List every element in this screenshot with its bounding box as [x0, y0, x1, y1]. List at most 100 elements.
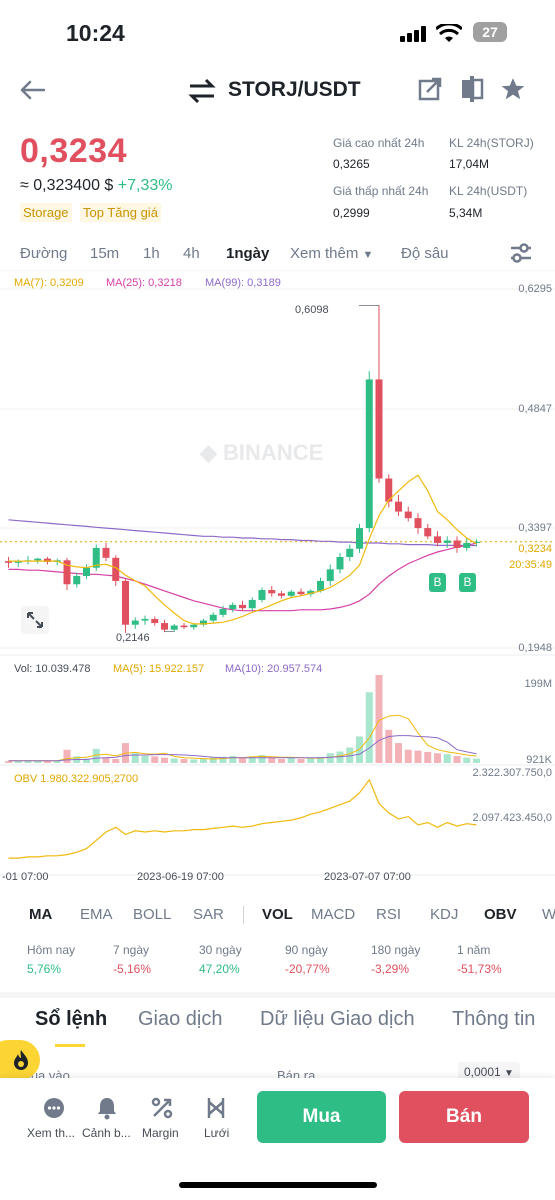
volume-bar: [190, 759, 198, 763]
candle-body: [346, 548, 354, 557]
volume-bar: [443, 754, 451, 763]
candle-body: [34, 558, 42, 561]
caret-down-icon: ▼: [362, 249, 374, 261]
volume-bar: [151, 756, 159, 763]
more-icon[interactable]: [43, 1097, 65, 1124]
candle-body: [151, 618, 159, 624]
vol-base-value: 17,04M: [449, 157, 490, 171]
last-price-marker: 0,3234: [518, 543, 552, 555]
low-24h-value: 0,2999: [333, 206, 370, 220]
pair-title[interactable]: STORJ/USDT: [228, 78, 361, 102]
ind-macd[interactable]: MACD: [311, 906, 355, 923]
volume-bar: [424, 751, 432, 763]
candle-body: [414, 518, 422, 529]
tf-4h[interactable]: 4h: [183, 245, 200, 262]
perf-90d-value: -20,77%: [285, 962, 330, 976]
candle-body: [404, 511, 412, 519]
volume-bar: [414, 750, 422, 763]
layout-icon[interactable]: [460, 76, 484, 107]
expand-chart-icon[interactable]: [21, 606, 49, 634]
ind-ma[interactable]: MA: [29, 906, 52, 923]
candle-countdown: 20:35:49: [509, 559, 552, 571]
tab-trades[interactable]: Giao dịch: [138, 1008, 223, 1031]
swap-icon[interactable]: [188, 78, 216, 109]
approx-value: ≈ 0,323400 $: [20, 177, 114, 194]
ind-sar[interactable]: SAR: [193, 906, 224, 923]
perf-180d-value: -3,29%: [371, 962, 410, 976]
tf-more-label: Xem thêm: [290, 245, 359, 262]
ind-w[interactable]: W: [542, 906, 555, 923]
tf-1h[interactable]: 1h: [143, 245, 160, 262]
grid-label[interactable]: Lưới: [204, 1126, 229, 1140]
indicator-divider: [243, 906, 244, 924]
margin-label[interactable]: Margin: [142, 1126, 179, 1140]
candle-body: [453, 540, 461, 548]
tab-info[interactable]: Thông tin: [452, 1008, 535, 1031]
sell-button[interactable]: Bán: [399, 1091, 529, 1143]
battery-level: 27: [482, 24, 498, 40]
share-icon[interactable]: [418, 77, 442, 106]
obv-legend: OBV 1.980.322.905,2700: [14, 773, 139, 785]
tf-line[interactable]: Đường: [20, 245, 67, 262]
x-tick-1: 2023-06-19 07:00: [137, 871, 224, 883]
buy-marker-2[interactable]: B: [459, 573, 476, 592]
ind-ema[interactable]: EMA: [80, 906, 113, 923]
vol-ma5-legend: MA(5): 15.922.157: [113, 663, 205, 675]
tag-storage[interactable]: Storage: [20, 203, 72, 222]
volume-bar: [44, 761, 51, 763]
volume-bar: [200, 759, 207, 763]
x-tick-0: -01 07:00: [2, 871, 49, 883]
high-annotation: 0,6098: [295, 304, 329, 316]
more-label[interactable]: Xem th...: [27, 1126, 75, 1140]
tf-1day[interactable]: 1ngày: [226, 245, 269, 262]
ind-obv[interactable]: OBV: [484, 906, 517, 923]
ind-boll[interactable]: BOLL: [133, 906, 171, 923]
candle-body: [317, 580, 324, 591]
favorite-star-icon[interactable]: [500, 76, 526, 107]
chart-settings-icon[interactable]: [509, 242, 533, 269]
low-annotation: 0,2146: [116, 632, 150, 644]
candle-body: [141, 618, 149, 621]
bell-icon[interactable]: [96, 1096, 118, 1125]
volume-bar: [463, 757, 471, 763]
candle-body: [258, 590, 266, 600]
high-24h-label: Giá cao nhất 24h: [333, 136, 425, 150]
candle-body: [239, 604, 246, 609]
tf-depth[interactable]: Độ sâu: [401, 245, 449, 262]
candle-body: [122, 580, 129, 625]
grid-bot-icon[interactable]: [205, 1096, 227, 1125]
candle-body: [443, 540, 451, 543]
precision-value: 0,0001: [464, 1065, 501, 1079]
perf-1y-value: -51,73%: [457, 962, 502, 976]
candle-body: [365, 379, 373, 529]
price-approx-usd: ≈ 0,323400 $ +7,33%: [20, 177, 172, 195]
candle-body: [170, 625, 178, 630]
tag-top-gainer[interactable]: Top Tăng giá: [80, 203, 161, 222]
tab-orderbook[interactable]: Sổ lệnh: [35, 1008, 107, 1031]
ind-vol[interactable]: VOL: [262, 906, 293, 923]
buy-button[interactable]: Mua: [257, 1091, 386, 1143]
candle-body: [180, 625, 188, 628]
volume-bar: [161, 757, 168, 763]
back-button[interactable]: [16, 74, 48, 106]
battery-icon: 27: [473, 22, 507, 42]
tf-15m[interactable]: 15m: [90, 245, 119, 262]
ind-kdj[interactable]: KDJ: [430, 906, 458, 923]
buy-marker-1[interactable]: B: [429, 573, 446, 592]
tab-trade-data[interactable]: Dữ liệu Giao dịch: [260, 1008, 415, 1031]
volume-bar: [385, 729, 393, 763]
fire-fab-icon[interactable]: [0, 1040, 40, 1080]
perf-today-value: 5,76%: [27, 962, 62, 976]
ind-rsi[interactable]: RSI: [376, 906, 401, 923]
vol-legend: Vol: 10.039.478: [14, 663, 91, 675]
tf-more[interactable]: Xem thêm ▼: [290, 245, 373, 262]
volume-bar: [473, 758, 480, 763]
margin-icon[interactable]: [151, 1097, 173, 1124]
high-24h-value: 0,3265: [333, 157, 370, 171]
volume-bar: [112, 759, 120, 763]
y-tick-0: 0,6295: [518, 283, 552, 295]
candle-body: [190, 624, 198, 628]
x-tick-2: 2023-07-07 07:00: [324, 871, 411, 883]
y-tick-1: 0,4847: [518, 403, 552, 415]
alert-label[interactable]: Cảnh b...: [82, 1126, 131, 1140]
